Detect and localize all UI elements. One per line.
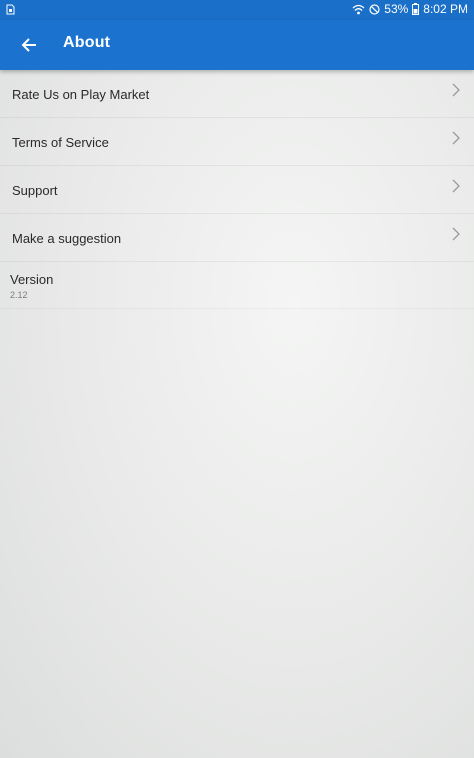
version-value: 2.12	[10, 290, 28, 300]
arrow-back-icon	[21, 38, 36, 52]
menu-item-label: Make a suggestion	[12, 231, 122, 246]
menu-item-label: Terms of Service	[12, 135, 109, 150]
version-info: Version 2.12	[0, 262, 474, 309]
about-screen: 53% 8:02 PM About Rate Us on Play Market	[0, 0, 474, 758]
battery-icon	[412, 3, 420, 15]
about-menu-list: Rate Us on Play Market Terms of Service …	[0, 70, 474, 309]
status-time: 8:02 PM	[423, 2, 468, 16]
do-not-disturb-icon	[369, 3, 380, 15]
menu-item-make-a-suggestion[interactable]: Make a suggestion	[0, 214, 474, 262]
chevron-right-icon	[452, 83, 460, 97]
back-button[interactable]	[12, 28, 46, 62]
chevron-right-icon	[452, 131, 460, 145]
status-icons: 53% 8:02 PM	[352, 2, 468, 16]
menu-item-terms-of-service[interactable]: Terms of Service	[0, 118, 474, 166]
battery-percent: 53%	[384, 2, 409, 16]
chevron-right-icon	[452, 227, 460, 241]
chevron-right-icon	[452, 179, 460, 193]
menu-item-label: Rate Us on Play Market	[12, 87, 150, 102]
app-bar: About	[0, 20, 474, 70]
menu-item-label: Support	[12, 183, 58, 198]
version-label: Version	[10, 272, 54, 287]
menu-item-rate-us[interactable]: Rate Us on Play Market	[0, 70, 474, 118]
sim-icon	[6, 4, 15, 15]
status-bar: 53% 8:02 PM	[0, 0, 474, 20]
page-title: About	[63, 34, 111, 51]
menu-item-support[interactable]: Support	[0, 166, 474, 214]
wifi-icon	[352, 4, 365, 14]
